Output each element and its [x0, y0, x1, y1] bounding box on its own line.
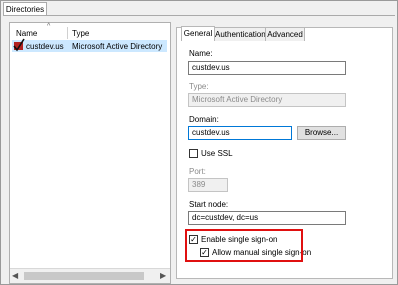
port-label: Port: [189, 167, 206, 176]
name-label: Name: [189, 49, 213, 58]
use-ssl-checkbox[interactable] [189, 149, 198, 158]
tab-general[interactable]: General [181, 26, 215, 41]
tab-baseline [3, 15, 395, 16]
tab-advanced[interactable]: Advanced [265, 27, 305, 41]
tab-directories[interactable]: Directories [3, 2, 47, 16]
sort-arrow-icon: ^ [47, 23, 51, 30]
column-divider [67, 27, 68, 39]
port-field: 389 [188, 178, 228, 192]
use-ssl-label: Use SSL [201, 149, 233, 158]
tab-authentication[interactable]: Authentication [214, 27, 266, 41]
start-node-label: Start node: [189, 200, 229, 209]
column-header-type[interactable]: Type [72, 29, 89, 38]
scroll-left-icon[interactable]: ◀ [12, 271, 18, 280]
scroll-right-icon[interactable]: ▶ [160, 271, 166, 280]
list-item-type: Microsoft Active Directory [72, 42, 163, 51]
highlight-box [185, 229, 303, 262]
start-node-field[interactable]: dc=custdev, dc=us [188, 211, 346, 225]
type-field: Microsoft Active Directory [188, 93, 346, 107]
column-header-name[interactable]: Name [16, 29, 37, 38]
horizontal-scrollbar[interactable]: ◀ ▶ [10, 268, 170, 283]
scroll-thumb[interactable] [24, 272, 144, 280]
domain-label: Domain: [189, 115, 219, 124]
name-field[interactable]: custdev.us [188, 61, 346, 75]
directory-list[interactable]: ^ Name Type custdev.us Microsoft Active … [9, 22, 171, 284]
domain-field[interactable]: custdev.us [188, 126, 292, 140]
type-label: Type: [189, 82, 209, 91]
list-item-name: custdev.us [26, 42, 64, 51]
browse-button[interactable]: Browse... [297, 126, 346, 140]
directory-check-icon [13, 38, 25, 52]
